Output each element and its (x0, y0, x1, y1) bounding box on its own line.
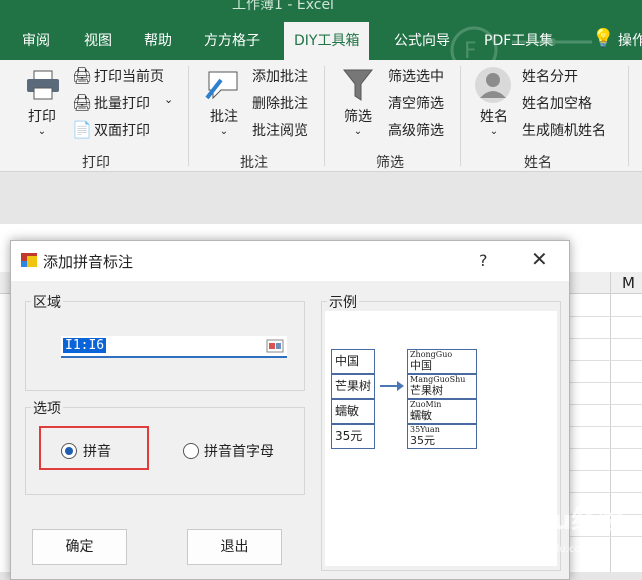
name-add-space-button[interactable]: 姓名加空格 (522, 93, 592, 113)
arrow-right-icon (380, 381, 404, 391)
tab-view[interactable]: 视图 (84, 30, 112, 50)
comment-button-label: 批注 (210, 109, 238, 125)
print-button[interactable]: 打印 ⌄ (28, 106, 56, 137)
user-avatar-icon (475, 67, 511, 103)
example-text: 蠕敏 (410, 409, 432, 422)
chevron-down-icon: ⌄ (37, 126, 47, 137)
random-name-button[interactable]: 生成随机姓名 (522, 120, 606, 140)
initials-option-label[interactable]: 拼音首字母 (204, 441, 274, 461)
example-source-cell: 蠕敏 (331, 399, 375, 424)
duplex-print-button[interactable]: 双面打印 (94, 120, 150, 140)
example-text: 芒果树 (410, 384, 443, 397)
close-icon[interactable]: ✕ (531, 247, 548, 271)
tab-help[interactable]: 帮助 (144, 30, 172, 50)
dialog-title-bar[interactable]: 添加拼音标注 ? ✕ (11, 241, 569, 281)
row-gridline (568, 382, 642, 383)
chevron-down-icon[interactable]: ⌄ (164, 93, 173, 106)
example-source-cell: 芒果树 (331, 374, 375, 399)
chevron-down-icon: ⌄ (353, 126, 363, 137)
column-header-m[interactable]: M (622, 274, 635, 292)
chevron-down-icon: ⌄ (489, 126, 499, 137)
example-pinyin: ZhongGuo (410, 350, 453, 359)
row-gridline (568, 404, 642, 405)
title-bar: 工作簿1 - Excel (0, 0, 642, 22)
example-legend: 示例 (327, 292, 359, 312)
example-pinyin: MangGuoShu (410, 375, 466, 384)
split-name-button[interactable]: 姓名分开 (522, 66, 578, 86)
exit-button[interactable]: 退出 (187, 529, 282, 565)
example-text: 中国 (410, 359, 432, 372)
filter-selected-button[interactable]: 筛选选中 (388, 66, 444, 86)
comment-icon (205, 71, 238, 100)
example-result-cell: ZhongGuo 中国 (407, 349, 477, 374)
example-text: 35元 (410, 434, 435, 447)
name-button-label: 姓名 (480, 109, 508, 125)
row-gridline (568, 492, 642, 493)
print-group-label: 打印 (82, 155, 110, 171)
group-divider (460, 66, 461, 166)
watermark-url: jingyan.baidu.com (498, 544, 591, 555)
row-gridline (568, 426, 642, 427)
add-pinyin-dialog: 添加拼音标注 ? ✕ 区域 I1:I6 选项 拼音 拼音首字母 确定 退出 示例… (10, 240, 570, 580)
filter-group-label: 筛选 (376, 155, 404, 171)
print-button-label: 打印 (28, 109, 56, 125)
example-pinyin: ZuoMin (410, 400, 442, 409)
range-input[interactable]: I1:I6 (61, 336, 287, 358)
example-result-cell: ZuoMin 蠕敏 (407, 399, 477, 424)
add-comment-button[interactable]: 添加批注 (252, 66, 308, 86)
row-gridline (568, 360, 642, 361)
example-result-cell: 35Yuan 35元 (407, 424, 477, 449)
example-pinyin: 35Yuan (410, 425, 440, 434)
batch-print-button[interactable]: 批量打印 (94, 93, 150, 113)
ok-button[interactable]: 确定 (32, 529, 127, 565)
row-gridline (568, 448, 642, 449)
advanced-filter-button[interactable]: 高级筛选 (388, 120, 444, 140)
watermark-brand: Baidu经验 (488, 506, 624, 536)
ribbon: 打印 ⌄ 🖨 打印当前页 🖨 批量打印 ⌄ 📄 双面打印 打印 批注 ⌄ 添加批… (0, 60, 642, 172)
delete-comment-button[interactable]: 删除批注 (252, 93, 308, 113)
example-result-cell: MangGuoShu 芒果树 (407, 374, 477, 399)
printer-icon (27, 70, 59, 100)
group-divider (628, 66, 629, 166)
name-button[interactable]: 姓名 ⌄ (480, 106, 508, 137)
tab-tell-me[interactable]: 操作 (618, 30, 642, 50)
batch-print-icon: 🖨 (72, 93, 93, 112)
filter-button[interactable]: 筛选 ⌄ (344, 106, 372, 137)
row-gridline (568, 338, 642, 339)
comment-button[interactable]: 批注 ⌄ (210, 106, 238, 137)
print-current-page-button[interactable]: 打印当前页 (94, 66, 164, 86)
initials-radio[interactable] (183, 443, 199, 459)
filter-icon (342, 69, 374, 101)
row-gridline (568, 470, 642, 471)
tab-review[interactable]: 审阅 (22, 30, 50, 50)
tab-diy-toolbox[interactable]: DIY工具箱 (284, 22, 370, 60)
comment-group-label: 批注 (240, 155, 268, 171)
example-source-cell: 35元 (331, 424, 375, 449)
duplex-print-icon: 📄 (72, 120, 92, 139)
region-legend: 区域 (31, 292, 63, 312)
chevron-down-icon: ⌄ (219, 126, 229, 137)
range-value: I1:I6 (63, 338, 107, 353)
help-button[interactable]: ? (479, 251, 488, 270)
pinyin-option-label[interactable]: 拼音 (83, 441, 111, 461)
print-page-icon: 🖨 (72, 66, 93, 85)
row-gridline (568, 316, 642, 317)
range-picker-icon[interactable] (266, 338, 284, 354)
options-legend: 选项 (31, 398, 63, 418)
group-divider (188, 66, 189, 166)
tab-fangfang[interactable]: 方方格子 (204, 30, 260, 50)
dialog-title: 添加拼音标注 (43, 253, 134, 271)
app-icon (21, 253, 37, 267)
example-source-cell: 中国 (331, 349, 375, 374)
ribbon-tabs: 审阅 视图 帮助 方方格子 DIY工具箱 公式向导 PDF工具集 💡 操作 F (0, 22, 642, 74)
name-group-label: 姓名 (524, 155, 552, 171)
formula-bar-area (0, 172, 642, 224)
view-comments-button[interactable]: 批注阅览 (252, 120, 308, 140)
window-title: 工作簿1 - Excel (232, 0, 334, 13)
pinyin-radio[interactable] (61, 443, 77, 459)
clear-filter-button[interactable]: 清空筛选 (388, 93, 444, 113)
group-divider (324, 66, 325, 166)
filter-button-label: 筛选 (344, 109, 372, 125)
